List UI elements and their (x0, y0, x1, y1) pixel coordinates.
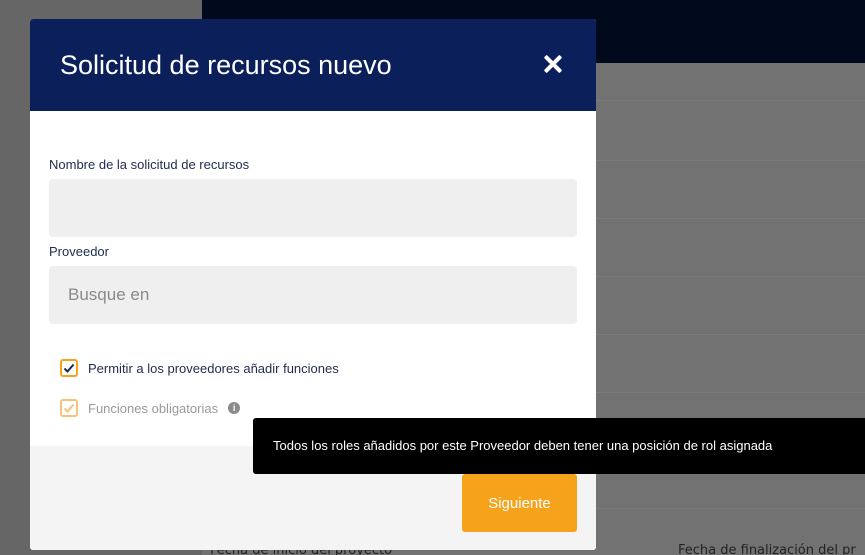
check-icon (63, 363, 75, 373)
tooltip-text: Todos los roles añadidos por este Provee… (273, 438, 773, 453)
mandatory-functions-tooltip: Todos los roles añadidos por este Provee… (253, 418, 865, 474)
provider-search-input[interactable] (49, 266, 577, 324)
allow-add-functions-checkbox[interactable] (60, 359, 78, 377)
end-date-label: Fecha de finalización del pr (678, 543, 856, 555)
dialog-header: Solicitud de recursos nuevo (30, 19, 596, 111)
mandatory-functions-checkbox (60, 399, 78, 417)
request-name-label: Nombre de la solicitud de recursos (49, 157, 250, 172)
close-icon[interactable] (541, 53, 565, 77)
provider-label: Proveedor (49, 244, 109, 259)
mandatory-functions-option: Funciones obligatorias i (60, 399, 241, 417)
info-icon[interactable]: i (228, 402, 241, 414)
allow-add-functions-label: Permitir a los proveedores añadir funcio… (88, 360, 339, 376)
next-button[interactable]: Siguiente (462, 474, 577, 532)
mandatory-functions-label: Funciones obligatorias (88, 400, 219, 416)
check-icon (63, 403, 75, 413)
request-name-input[interactable] (49, 179, 577, 237)
dialog-title: Solicitud de recursos nuevo (60, 50, 392, 80)
allow-add-functions-option[interactable]: Permitir a los proveedores añadir funcio… (60, 359, 339, 377)
